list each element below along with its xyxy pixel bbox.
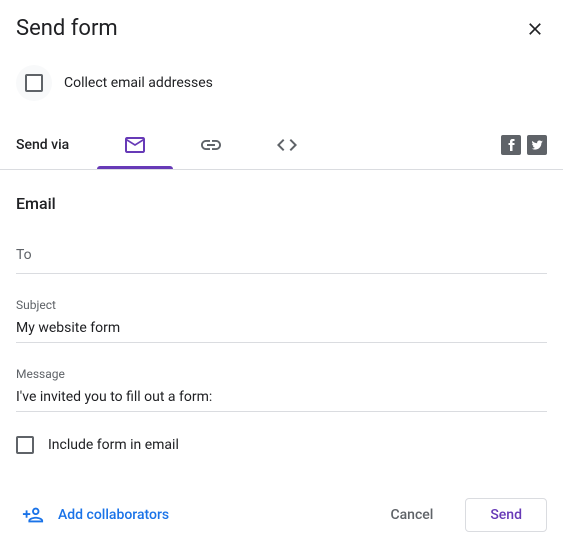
close-icon	[525, 19, 545, 39]
tab-email[interactable]	[97, 121, 173, 169]
dialog-header: Send form	[16, 16, 547, 41]
close-button[interactable]	[523, 17, 547, 41]
social-icons	[501, 135, 547, 155]
send-via-row: Send via	[0, 121, 563, 170]
dialog-footer: Add collaborators Cancel Send	[16, 498, 547, 548]
subject-input[interactable]	[16, 314, 547, 343]
to-input[interactable]	[16, 237, 547, 274]
add-collaborators-label: Add collaborators	[58, 507, 169, 523]
send-button[interactable]: Send	[465, 498, 547, 532]
dialog-title: Send form	[16, 16, 118, 41]
message-field-group: Message	[16, 367, 547, 412]
collect-emails-checkbox[interactable]	[25, 74, 43, 92]
twitter-share-button[interactable]	[527, 135, 547, 155]
include-form-label: Include form in email	[48, 437, 179, 453]
person-add-icon	[22, 504, 44, 526]
email-section-header: Email	[16, 194, 547, 213]
include-form-row: Include form in email	[16, 436, 547, 454]
subject-field-group: Subject	[16, 298, 547, 343]
collect-emails-checkbox-wrap[interactable]	[16, 65, 52, 101]
email-icon	[123, 133, 147, 157]
collect-emails-row: Collect email addresses	[16, 65, 547, 101]
facebook-icon	[501, 135, 521, 155]
message-label: Message	[16, 367, 547, 381]
send-via-tabs	[97, 121, 501, 169]
send-form-dialog: Send form Collect email addresses Send v…	[0, 0, 563, 548]
tab-link[interactable]	[173, 121, 249, 169]
link-icon	[199, 133, 223, 157]
facebook-share-button[interactable]	[501, 135, 521, 155]
include-form-checkbox[interactable]	[16, 436, 34, 454]
collect-emails-label: Collect email addresses	[64, 75, 213, 91]
send-via-label: Send via	[16, 137, 69, 153]
subject-label: Subject	[16, 298, 547, 312]
twitter-icon	[527, 135, 547, 155]
to-field-group	[16, 237, 547, 274]
add-collaborators-button[interactable]: Add collaborators	[16, 504, 169, 526]
footer-buttons: Cancel Send	[370, 498, 547, 532]
tab-embed[interactable]	[249, 121, 325, 169]
embed-icon	[275, 133, 299, 157]
cancel-button[interactable]: Cancel	[370, 499, 453, 531]
message-input[interactable]	[16, 383, 547, 412]
